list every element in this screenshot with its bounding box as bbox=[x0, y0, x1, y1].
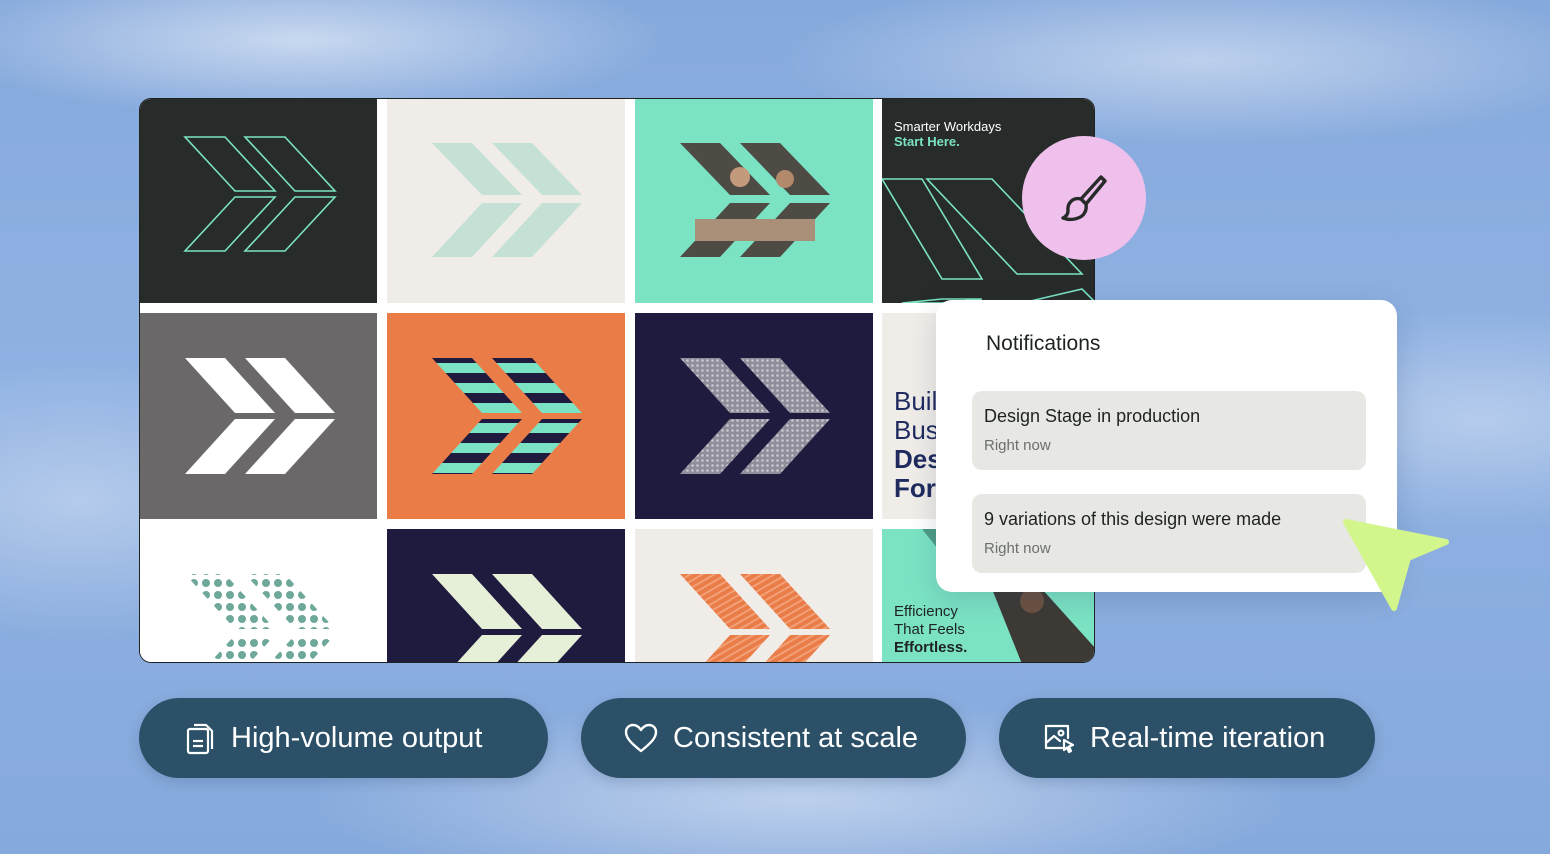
notification-message: 9 variations of this design were made bbox=[984, 509, 1282, 529]
feature-high-volume-output[interactable]: High-volume output bbox=[139, 698, 548, 778]
feature-label: Consistent at scale bbox=[673, 721, 919, 754]
tile-white-dots[interactable] bbox=[140, 529, 377, 662]
notifications-panel: Notifications Design Stage in production… bbox=[936, 300, 1397, 592]
poster-eff-line1: Efficiency bbox=[894, 603, 958, 620]
arrow-photo-graphic bbox=[680, 143, 830, 257]
poster-headline-line1: Smarter Workdays bbox=[894, 119, 1002, 134]
tile-cream-mint[interactable] bbox=[387, 99, 625, 303]
tile-orange-striped[interactable] bbox=[387, 313, 625, 519]
arrow-white-graphic bbox=[185, 358, 335, 474]
heart-icon bbox=[624, 723, 658, 753]
paintbrush-badge[interactable] bbox=[1022, 136, 1146, 260]
paintbrush-icon bbox=[1061, 175, 1107, 222]
feature-real-time-iteration[interactable]: Real-time iteration bbox=[999, 698, 1375, 778]
cursor-arrow-icon bbox=[1343, 519, 1449, 611]
notification-item[interactable]: Design Stage in production Right now bbox=[972, 391, 1366, 470]
poster-headline-line2: Start Here. bbox=[894, 134, 960, 149]
feature-label: Real-time iteration bbox=[1090, 721, 1326, 754]
arrow-dotted-graphic bbox=[185, 574, 335, 662]
poster-headline: Smarter Workdays Start Here. bbox=[894, 119, 1001, 149]
feature-label: High-volume output bbox=[231, 721, 483, 754]
documents-icon bbox=[186, 723, 214, 755]
feature-consistent-at-scale[interactable]: Consistent at scale bbox=[581, 698, 966, 778]
arrow-orange-graphic bbox=[680, 574, 830, 662]
arrow-striped-graphic bbox=[432, 358, 582, 474]
tile-dark-outline[interactable] bbox=[140, 99, 377, 303]
image-edit-icon bbox=[1044, 724, 1075, 754]
arrow-halftone-graphic bbox=[680, 358, 830, 474]
notification-item[interactable]: 9 variations of this design were made Ri… bbox=[972, 494, 1366, 573]
arrow-mint-graphic bbox=[432, 143, 582, 257]
tile-mint-photo[interactable] bbox=[635, 99, 873, 303]
tile-cream-orange[interactable] bbox=[635, 529, 873, 662]
tile-navy-halftone[interactable] bbox=[635, 313, 873, 519]
notification-time: Right now bbox=[984, 540, 1051, 557]
notification-time: Right now bbox=[984, 437, 1051, 454]
arrow-outline-graphic bbox=[183, 136, 337, 252]
tile-gray-white[interactable] bbox=[140, 313, 377, 519]
notifications-title: Notifications bbox=[986, 332, 1101, 355]
poster-efficiency-text: Efficiency That Feels Effortless. bbox=[894, 603, 967, 657]
tile-navy-cream[interactable] bbox=[387, 529, 625, 662]
arrow-cream-graphic bbox=[432, 574, 582, 662]
poster-eff-line3: Effortless. bbox=[894, 639, 968, 656]
poster-eff-line2: That Feels bbox=[894, 621, 965, 638]
notification-message: Design Stage in production bbox=[984, 406, 1201, 426]
